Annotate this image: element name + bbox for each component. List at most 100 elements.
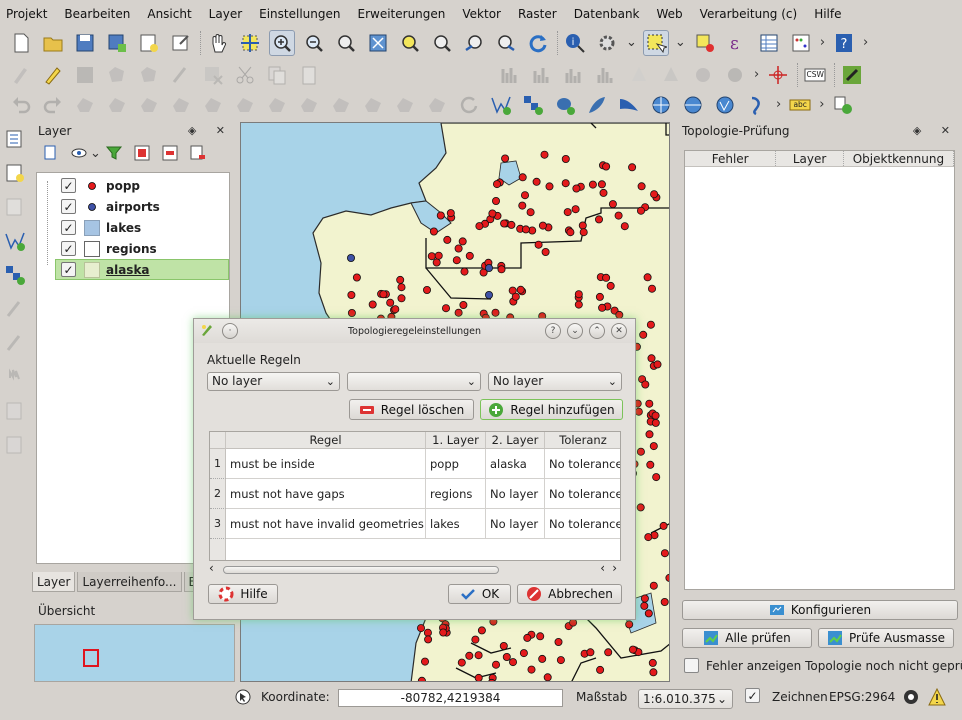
pan-to-selection-button[interactable] <box>237 30 263 56</box>
coordinate-input[interactable]: -80782,4219384 <box>338 689 563 707</box>
coordinate-toggle-button[interactable] <box>234 688 252 706</box>
csw-client-button[interactable]: CSW <box>802 62 828 88</box>
layer-visibility-checkbox[interactable]: ✓ <box>61 178 76 193</box>
expand-all-button[interactable] <box>131 142 153 164</box>
check-extent-button[interactable]: Prüfe Ausmasse <box>818 628 954 648</box>
toolbar-overflow-chevron[interactable]: › <box>863 35 868 50</box>
rule-cell[interactable]: must be inside <box>226 449 426 479</box>
increase-brightness-button[interactable] <box>626 62 652 88</box>
layer-row-regions[interactable]: ✓ regions <box>37 238 229 259</box>
zoom-to-layer-button[interactable] <box>429 30 455 56</box>
help-title-button[interactable]: ? <box>545 323 561 339</box>
crs-globe-button[interactable] <box>902 688 920 706</box>
layer-visibility-checkbox[interactable]: ✓ <box>61 241 76 256</box>
labeling-button[interactable]: abc <box>787 92 813 118</box>
add-vector-layer-button[interactable] <box>488 92 514 118</box>
add-mssql-layer-button[interactable] <box>616 92 642 118</box>
reshape-features-button[interactable] <box>264 92 290 118</box>
composer-manager-button[interactable] <box>168 30 194 56</box>
overview-extent-box[interactable] <box>83 649 99 667</box>
zoom-out-button[interactable] <box>301 30 327 56</box>
zoom-to-selection-button[interactable] <box>397 30 423 56</box>
pan-map-button[interactable] <box>205 30 231 56</box>
check-all-button[interactable]: Alle prüfen <box>682 628 812 648</box>
layer-row-lakes[interactable]: ✓ lakes <box>37 217 229 238</box>
help-button[interactable]: Hilfe <box>208 584 278 604</box>
simplify-feature-button[interactable] <box>72 92 98 118</box>
new-shapefile-layer-button[interactable] <box>744 92 770 118</box>
dropdown-chevron[interactable]: ⌄ <box>626 35 637 50</box>
toolbar-overflow-chevron[interactable]: › <box>776 97 781 112</box>
scrollbar-thumb[interactable] <box>223 566 499 574</box>
new-project-button[interactable] <box>8 30 34 56</box>
zoom-in-button[interactable] <box>269 29 295 56</box>
select-features-button[interactable] <box>642 29 669 56</box>
help-contents-button[interactable]: ? <box>831 30 857 56</box>
layer-visibility-checkbox[interactable]: ✓ <box>61 199 76 214</box>
fill-ring-button[interactable] <box>168 92 194 118</box>
delete-rule-button[interactable]: Regel löschen <box>349 399 474 420</box>
merge-features-button[interactable] <box>392 92 418 118</box>
rotate-symbols-button[interactable] <box>456 92 482 118</box>
layer2-cell[interactable]: alaska <box>486 449 545 479</box>
toolbar-overflow-chevron[interactable]: › <box>819 97 824 112</box>
layer-tool-3-button[interactable] <box>2 194 28 220</box>
rule-select[interactable]: ⌄ <box>347 372 481 391</box>
layer-tool-8-button[interactable] <box>2 364 28 390</box>
crs-status-button[interactable]: EPSG:2964 <box>829 690 895 704</box>
decrease-contrast-button[interactable] <box>722 62 748 88</box>
merge-attributes-button[interactable] <box>424 92 450 118</box>
tolerance-cell[interactable]: No tolerance <box>545 509 620 539</box>
decrease-brightness-button[interactable] <box>658 62 684 88</box>
rule-cell[interactable]: must not have invalid geometries <box>226 509 426 539</box>
manage-visibility-button[interactable] <box>68 142 90 164</box>
layer-tool-7-button[interactable] <box>2 330 28 356</box>
delete-ring-button[interactable] <box>200 92 226 118</box>
layer-tool-6-button[interactable] <box>2 296 28 322</box>
tab-layer-order[interactable]: Layerreihenfo... <box>77 572 182 592</box>
layer-row-airports[interactable]: ✓ airports <box>37 196 229 217</box>
configure-button[interactable]: Konfigurieren <box>682 600 958 620</box>
layer-visibility-checkbox[interactable]: ✓ <box>61 262 76 277</box>
split-parts-button[interactable] <box>360 92 386 118</box>
tolerance-cell[interactable]: No tolerance <box>545 449 620 479</box>
filter-legend-button[interactable] <box>103 142 125 164</box>
minimize-button[interactable]: ⌄ <box>567 323 583 339</box>
full-histogram-button[interactable] <box>562 62 588 88</box>
column-header-layer1[interactable]: 1. Layer <box>426 432 486 449</box>
toolbar-overflow-chevron[interactable]: › <box>754 67 759 82</box>
zoom-full-button[interactable] <box>365 30 391 56</box>
add-spatialite-layer-button[interactable] <box>584 92 610 118</box>
dropdown-chevron[interactable]: ⌄ <box>90 146 101 161</box>
menu-bearbeiten[interactable]: Bearbeiten <box>64 7 130 21</box>
menu-erweiterungen[interactable]: Erweiterungen <box>358 7 446 21</box>
identify-features-button[interactable]: i <box>562 30 588 56</box>
current-edits-button[interactable] <box>8 62 34 88</box>
add-wcs-layer-button[interactable] <box>680 92 706 118</box>
add-raster-layer-button[interactable] <box>520 92 546 118</box>
add-ring-button[interactable] <box>104 92 130 118</box>
add-wfs-layer-button[interactable] <box>712 92 738 118</box>
layer1-cell[interactable]: lakes <box>426 509 486 539</box>
menu-web[interactable]: Web <box>657 7 683 21</box>
layer-tool-10-button[interactable] <box>2 432 28 458</box>
zoom-actual-size-button[interactable] <box>333 30 359 56</box>
column-header-toleranz[interactable]: Toleranz <box>545 432 620 449</box>
cancel-button[interactable]: Abbrechen <box>517 584 622 604</box>
save-project-button[interactable] <box>72 30 98 56</box>
menu-ansicht[interactable]: Ansicht <box>147 7 191 21</box>
save-as-button[interactable] <box>104 30 130 56</box>
panel-float-close-controls[interactable]: ◈ ✕ <box>913 124 958 137</box>
rules-table[interactable]: Regel 1. Layer 2. Layer Toleranz 1 must … <box>209 431 621 561</box>
layer-row-popp[interactable]: ✓ popp <box>37 175 229 196</box>
save-edits-button[interactable] <box>72 62 98 88</box>
layer2-cell[interactable]: No layer <box>486 479 545 509</box>
scroll-left-arrow[interactable]: ‹ <box>209 561 214 575</box>
layer1-cell[interactable]: popp <box>426 449 486 479</box>
tab-layer[interactable]: Layer <box>32 572 76 592</box>
toolbar-overflow-chevron[interactable]: › <box>820 35 825 50</box>
run-feature-action-button[interactable] <box>594 30 620 56</box>
messages-button[interactable] <box>928 687 946 706</box>
open-attribute-table-button[interactable] <box>756 30 782 56</box>
menu-layer[interactable]: Layer <box>209 7 242 21</box>
